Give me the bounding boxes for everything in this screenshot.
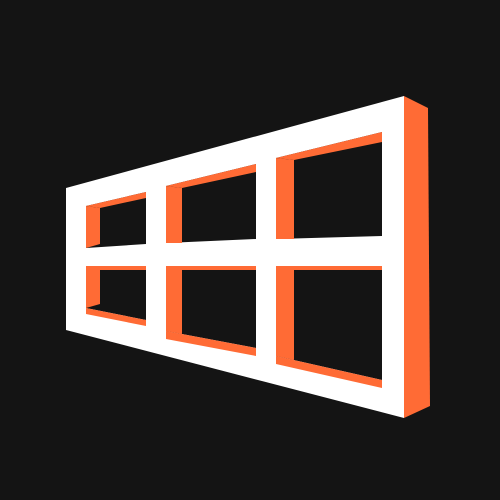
bevel-bottom-right-top	[294, 266, 382, 270]
logo-group	[66, 96, 430, 418]
window-frame-icon	[66, 96, 430, 418]
bevel-bottom-middle	[166, 266, 182, 334]
bevel-bottom-left-top	[100, 266, 146, 270]
bevel-bottom-left	[86, 266, 100, 308]
bevel-top-right	[276, 158, 294, 239]
bevel-bottom-middle-top	[182, 266, 256, 270]
logo-canvas	[0, 0, 500, 500]
bevel-top-middle	[166, 186, 182, 243]
frame-right-depth	[404, 96, 430, 418]
bevel-bottom-right	[276, 266, 294, 360]
bevel-top-left	[86, 206, 100, 248]
